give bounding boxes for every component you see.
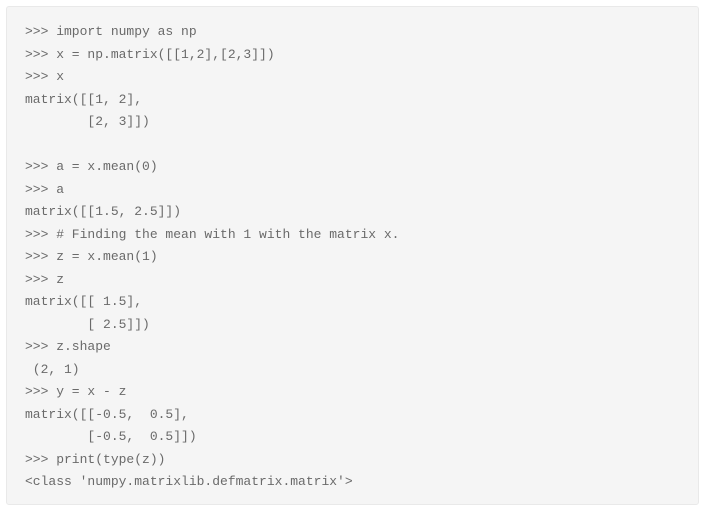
- code-line: >>> x = np.matrix([[1,2],[2,3]]): [25, 44, 680, 67]
- code-line: >>> a = x.mean(0): [25, 156, 680, 179]
- code-line: matrix([[ 1.5],: [25, 291, 680, 314]
- code-line: >>> z: [25, 269, 680, 292]
- code-line: [2, 3]]): [25, 111, 680, 134]
- code-line: >>> z = x.mean(1): [25, 246, 680, 269]
- code-line: >>> import numpy as np: [25, 21, 680, 44]
- code-line: matrix([[-0.5, 0.5],: [25, 404, 680, 427]
- code-line: <class 'numpy.matrixlib.defmatrix.matrix…: [25, 471, 680, 494]
- code-line: >>> print(type(z)): [25, 449, 680, 472]
- code-line: [25, 134, 680, 157]
- code-line: >>> y = x - z: [25, 381, 680, 404]
- code-line: [-0.5, 0.5]]): [25, 426, 680, 449]
- code-line: [ 2.5]]): [25, 314, 680, 337]
- code-line: >>> x: [25, 66, 680, 89]
- code-line: matrix([[1.5, 2.5]]): [25, 201, 680, 224]
- code-block: >>> import numpy as np>>> x = np.matrix(…: [6, 6, 699, 505]
- code-line: >>> # Finding the mean with 1 with the m…: [25, 224, 680, 247]
- code-line: matrix([[1, 2],: [25, 89, 680, 112]
- code-line: >>> a: [25, 179, 680, 202]
- code-line: >>> z.shape: [25, 336, 680, 359]
- code-line: (2, 1): [25, 359, 680, 382]
